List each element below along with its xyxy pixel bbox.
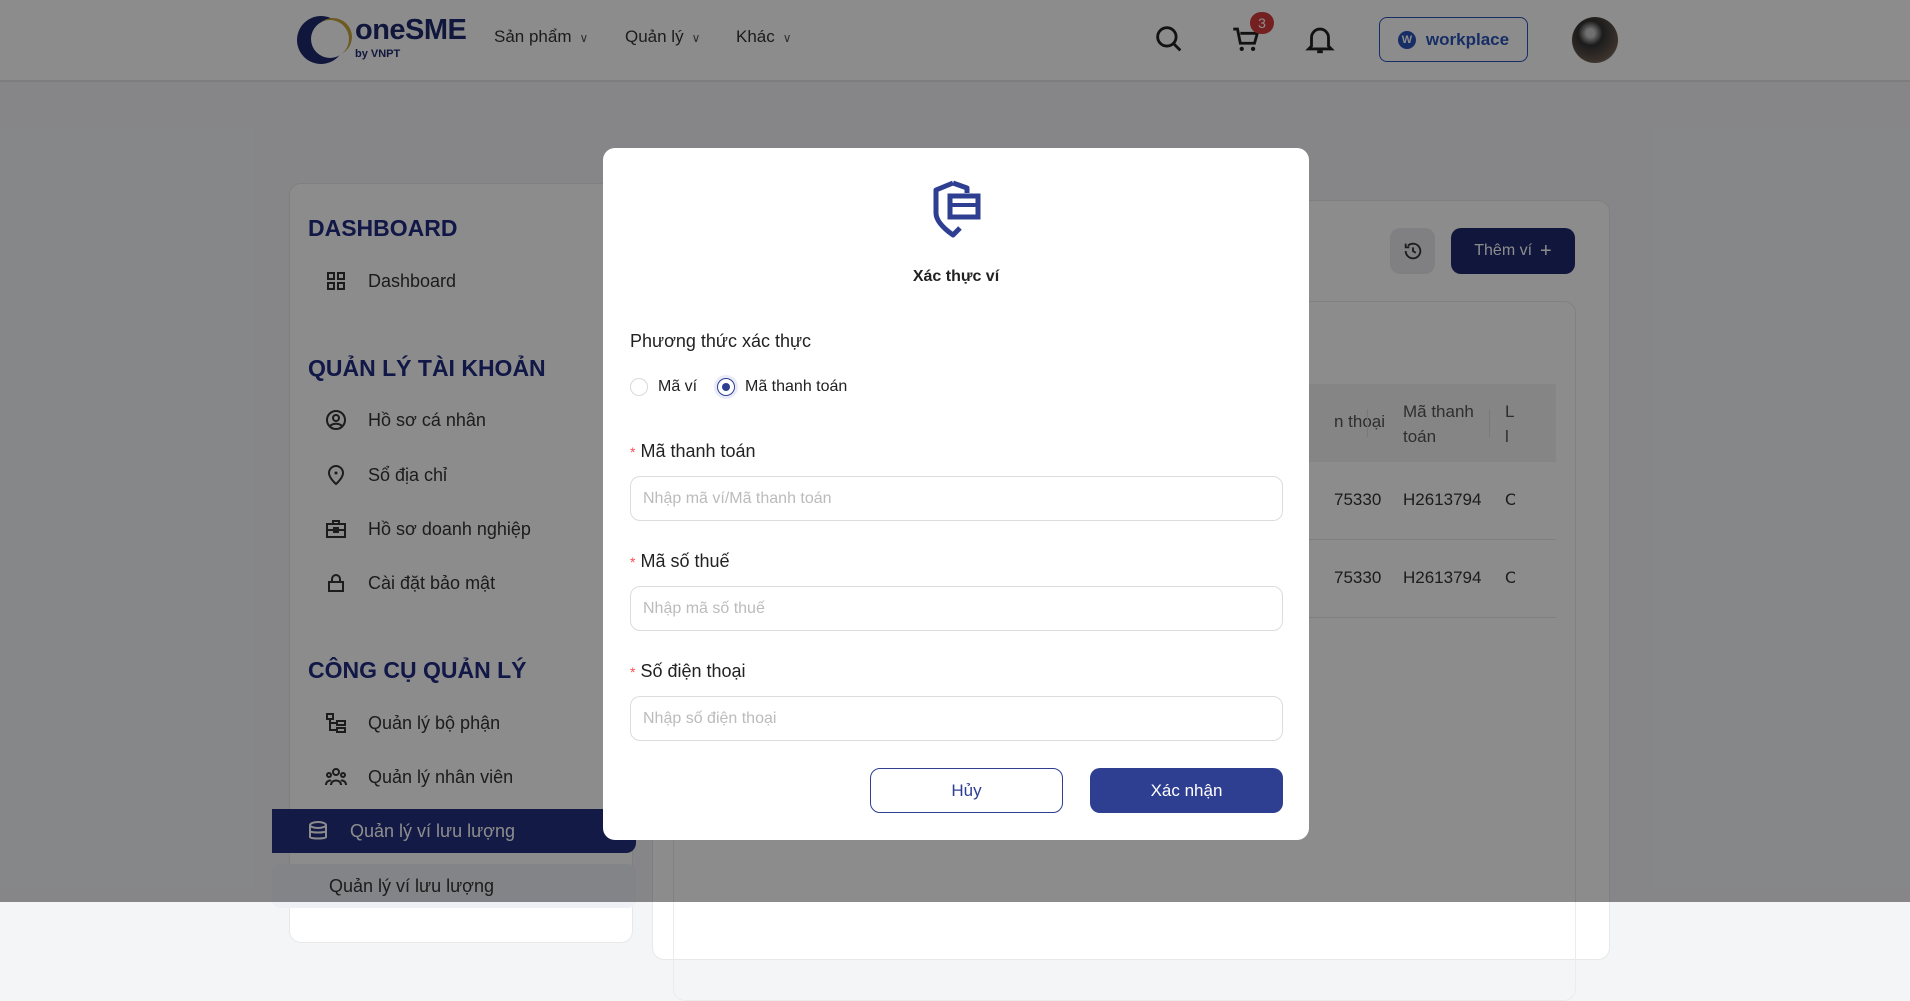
label-text: Mã thanh toán [640,441,756,461]
radio-button[interactable] [630,378,648,396]
radio-ma-vi[interactable]: Mã ví [630,378,697,396]
radio-ma-thanh-toan[interactable]: Mã thanh toán [717,378,847,396]
label-text: Mã số thuế [640,551,730,571]
confirm-button[interactable]: Xác nhận [1090,768,1283,813]
phone-input[interactable] [630,696,1283,741]
payment-code-input[interactable] [630,476,1283,521]
shield-wallet-icon [933,180,981,238]
required-asterisk: * [630,664,636,680]
required-asterisk: * [630,554,636,570]
radio-label: Mã thanh toán [745,378,848,395]
tax-code-input[interactable] [630,586,1283,631]
phone-label: * Số điện thoại [630,661,746,682]
tax-code-label: * Mã số thuế [630,551,730,572]
cancel-button[interactable]: Hủy [870,768,1063,813]
label-text: Số điện thoại [640,661,746,681]
required-asterisk: * [630,444,636,460]
dialog-title: Xác thực ví [912,268,1000,285]
radio-button-selected[interactable] [717,378,735,396]
verify-wallet-dialog: Xác thực ví Phương thức xác thực Mã ví M… [603,148,1309,840]
method-label: Phương thức xác thực [630,331,812,351]
radio-label: Mã ví [658,378,698,395]
payment-code-label: * Mã thanh toán [630,441,756,462]
